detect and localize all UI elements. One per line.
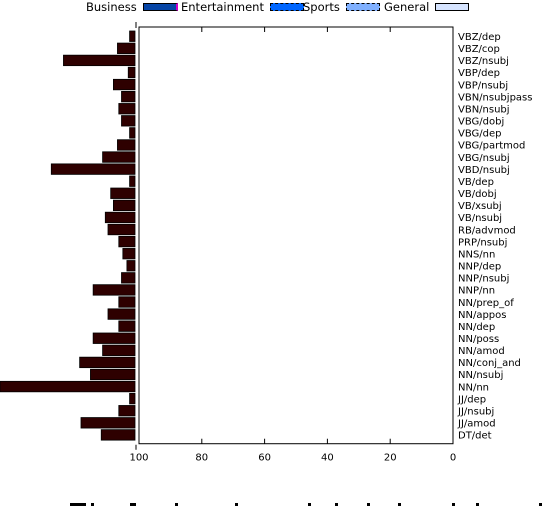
side-bar — [118, 235, 136, 248]
row-label: RB/advmod — [458, 225, 516, 236]
row-label: NN/dep — [458, 322, 495, 333]
plot-frame — [138, 26, 454, 445]
row-label: NN/appos — [458, 310, 506, 321]
row-label: NNP/nsubj — [458, 274, 509, 285]
side-bar — [118, 320, 136, 332]
side-bar — [0, 380, 136, 393]
row-label: NN/nn — [458, 382, 489, 393]
row-label: JJ/dep — [457, 394, 486, 405]
row-label: NN/conj_and — [458, 358, 521, 369]
row-label: VBG/nsubj — [458, 153, 510, 164]
row-label: VBN/nsubj — [458, 104, 510, 115]
row-label: JJ/nsubj — [457, 406, 494, 417]
side-bar — [50, 163, 136, 175]
side-bar — [110, 187, 136, 199]
row-label: NN/poss — [458, 334, 499, 345]
side-bar — [92, 332, 136, 344]
side-bar — [102, 344, 136, 356]
side-bar — [126, 260, 136, 272]
row-label: PRP/nsubj — [458, 237, 507, 248]
side-bar — [129, 127, 136, 139]
side-bar — [113, 199, 136, 212]
side-bar — [90, 368, 136, 381]
side-bars-group — [0, 30, 136, 441]
side-bar — [129, 30, 136, 42]
x-tick-label: 20 — [384, 453, 397, 464]
side-bar — [122, 248, 136, 260]
side-bar — [107, 308, 136, 320]
side-bar — [92, 284, 136, 296]
side-bar — [118, 405, 136, 417]
plot-area — [138, 26, 454, 445]
row-label: VBG/dobj — [458, 117, 504, 128]
row-label: NNP/dep — [458, 262, 501, 273]
side-bar — [102, 151, 136, 163]
side-bar — [107, 223, 136, 236]
row-label: DT/det — [458, 431, 492, 442]
row-label: VBP/dep — [458, 68, 500, 79]
side-bar — [118, 103, 136, 115]
side-bar — [121, 91, 136, 103]
side-bar — [121, 272, 136, 284]
side-bar — [104, 211, 136, 224]
x-tick-label: 40 — [321, 453, 334, 464]
side-bar — [129, 392, 136, 405]
side-bar — [79, 356, 136, 369]
row-label: VB/dep — [458, 177, 494, 188]
side-bar — [121, 115, 136, 127]
row-label: NNP/nn — [458, 286, 495, 297]
row-labels-group: VBZ/depVBZ/copVBZ/nsubjVBP/depVBP/nsubjV… — [457, 32, 532, 442]
side-bar — [129, 175, 136, 187]
row-label: VBN/nsubjpass — [458, 92, 532, 103]
x-tick-label: 100 — [129, 453, 148, 464]
x-tick-label: 0 — [450, 453, 456, 464]
row-label: VB/dobj — [458, 189, 497, 200]
row-label: VB/xsubj — [458, 201, 502, 212]
side-bar — [113, 78, 136, 91]
x-tick-label: 60 — [258, 453, 271, 464]
row-label: NN/amod — [458, 346, 505, 357]
row-label: VBD/nsubj — [458, 165, 510, 176]
row-label: VBZ/dep — [458, 32, 501, 43]
side-bar — [127, 66, 136, 79]
stacked-bar-chart: VBZ/depVBZ/copVBZ/nsubjVBP/depVBP/nsubjV… — [0, 22, 532, 464]
side-bar — [80, 417, 136, 429]
row-label: NN/prep_of — [458, 298, 514, 309]
row-label: JJ/amod — [457, 419, 496, 430]
side-bar — [63, 54, 136, 67]
side-bar — [117, 42, 136, 54]
row-label: VBZ/nsubj — [458, 56, 509, 67]
row-label: VBZ/cop — [458, 44, 500, 55]
x-tick-label: 80 — [195, 453, 208, 464]
side-bar — [117, 139, 136, 151]
side-bar — [100, 429, 136, 441]
row-label: VBP/nsubj — [458, 80, 508, 91]
row-label: VB/nsubj — [458, 213, 502, 224]
side-bar — [118, 296, 136, 308]
row-label: VBG/dep — [458, 129, 502, 140]
row-label: VBG/partmod — [458, 141, 525, 152]
row-label: NN/nsubj — [458, 370, 503, 381]
row-label: NNS/nn — [458, 249, 495, 260]
